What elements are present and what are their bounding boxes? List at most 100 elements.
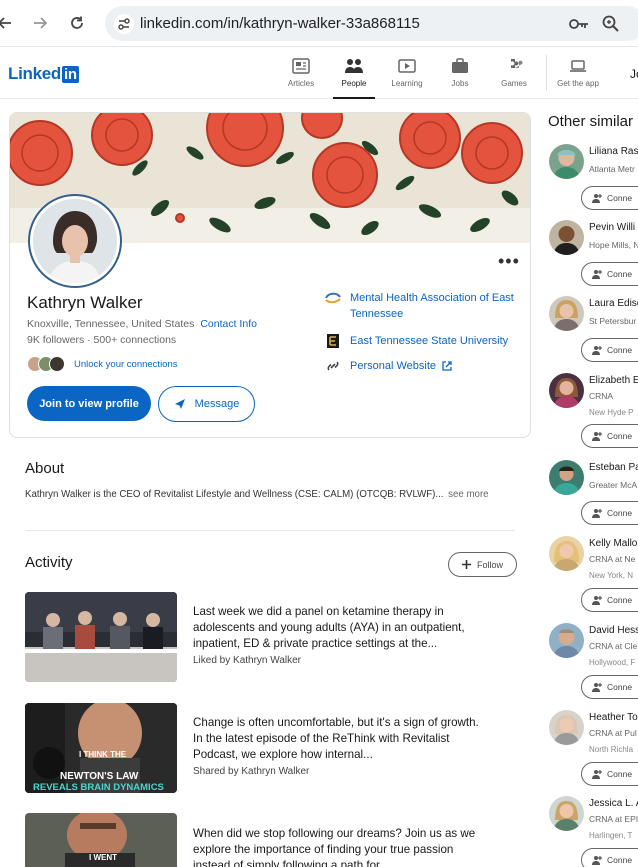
add-person-icon	[592, 770, 602, 779]
games-icon	[488, 56, 540, 76]
contact-info-link[interactable]: Contact Info	[200, 318, 257, 330]
similar-avatar	[549, 460, 584, 495]
mutual-connections[interactable]: Unlock your connections	[27, 354, 178, 374]
reload-icon[interactable]	[64, 10, 90, 36]
similar-avatar	[549, 144, 584, 179]
activity-post[interactable]: I THINK THE NEWTON'S LAW REVEALS BRAIN D…	[25, 703, 515, 795]
similar-profile[interactable]: Elizabeth E CRNA New Hyde P Conne	[549, 373, 638, 453]
profile-follower-stats: 9K followers · 500+ connections	[27, 334, 177, 346]
similar-profile[interactable]: David Hess CRNA at Cle Hollywood, F Conn…	[549, 623, 638, 703]
activity-post[interactable]: I WENT When did we stop following our dr…	[25, 813, 515, 867]
similar-profile[interactable]: Kelly Mallo CRNA at Ne New York, N Conne	[549, 536, 638, 616]
about-heading: About	[25, 460, 65, 477]
similar-avatar	[549, 796, 584, 831]
connect-button[interactable]: Conne	[581, 424, 638, 448]
add-person-icon	[592, 432, 602, 441]
nav-articles[interactable]: Articles	[275, 56, 327, 88]
unlock-connections-link[interactable]: Unlock your connections	[74, 359, 178, 370]
similar-avatar	[549, 536, 584, 571]
add-person-icon	[592, 683, 602, 692]
connect-button[interactable]: Conne	[581, 675, 638, 699]
zoom-icon[interactable]	[601, 14, 621, 34]
browser-toolbar: linkedin.com/in/kathryn-walker-33a868115	[0, 0, 638, 47]
similar-location: Harlingen, T	[589, 831, 633, 840]
forward-arrow-icon[interactable]	[27, 10, 53, 36]
similar-avatar	[549, 623, 584, 658]
add-person-icon	[592, 856, 602, 865]
address-bar[interactable]: linkedin.com/in/kathryn-walker-33a868115	[105, 6, 638, 41]
section-divider	[25, 530, 515, 531]
back-arrow-icon[interactable]	[0, 10, 18, 36]
post-text: Last week we did a panel on ketamine the…	[193, 605, 465, 650]
similar-avatar	[549, 710, 584, 745]
school-logo-icon	[327, 334, 339, 348]
similar-profile[interactable]: Pevin Willi Hope Mills, N Conne	[549, 220, 638, 290]
see-more-link[interactable]: see more	[448, 489, 488, 500]
connect-button[interactable]: Conne	[581, 338, 638, 362]
similar-subtitle: CRNA at Cle	[589, 641, 638, 651]
connect-button[interactable]: Conne	[581, 588, 638, 612]
linkedin-header: Linked in Articles People Learning Jobs G…	[0, 47, 638, 99]
nav-games[interactable]: Games	[488, 56, 540, 88]
similar-location: North Richla	[589, 745, 634, 754]
similar-subtitle: Hope Mills, N	[589, 240, 638, 250]
nav-get-the-app[interactable]: Get the app	[552, 56, 604, 88]
similar-location: Hollywood, F	[589, 658, 636, 667]
nav-learning[interactable]: Learning	[381, 56, 433, 88]
post-thumbnail: I WENT	[25, 813, 177, 867]
similar-profiles-heading: Other similar	[548, 113, 634, 130]
similar-location: New York, N	[589, 571, 634, 580]
message-button[interactable]: Message	[158, 386, 255, 422]
thumb-caption: I WENT	[89, 853, 117, 862]
activity-heading: Activity	[25, 554, 73, 571]
connect-button[interactable]: Conne	[581, 186, 638, 210]
site-settings-icon[interactable]	[114, 14, 134, 34]
post-thumbnail: I THINK THE NEWTON'S LAW REVEALS BRAIN D…	[25, 703, 177, 793]
profile-location: Knoxville, Tennessee, United States Conta…	[27, 318, 257, 330]
join-to-view-profile-button[interactable]: Join to view profile	[27, 386, 151, 421]
post-text: Change is often uncomfortable, but it's …	[193, 716, 479, 761]
similar-name: Liliana Ras	[589, 146, 638, 157]
similar-subtitle: CRNA	[589, 391, 614, 401]
similar-name: Pevin Willi	[589, 222, 636, 233]
send-icon	[174, 399, 185, 409]
company-logo-icon	[325, 292, 341, 304]
activity-post[interactable]: Last week we did a panel on ketamine the…	[25, 592, 515, 684]
post-text: When did we stop following our dreams? J…	[193, 827, 476, 867]
add-person-icon	[592, 509, 602, 518]
connect-button[interactable]: Conne	[581, 262, 638, 286]
school-link[interactable]: East Tennessee State University	[324, 333, 508, 349]
nav-jobs[interactable]: Jobs	[434, 56, 486, 88]
similar-profile[interactable]: Esteban Pa Greater McA Conne	[549, 460, 638, 530]
similar-profile[interactable]: Laura Edise St Petersbur Conne	[549, 296, 638, 366]
connect-button[interactable]: Conne	[581, 501, 638, 525]
linkedin-logo[interactable]: Linked in	[8, 64, 79, 84]
similar-avatar	[549, 220, 584, 255]
jobs-icon	[434, 56, 486, 76]
articles-icon	[275, 56, 327, 76]
similar-profile[interactable]: Heather To CRNA at Pul North Richla Conn…	[549, 710, 638, 790]
similar-subtitle: Greater McA	[589, 480, 638, 490]
personal-website-link[interactable]: Personal Website	[324, 358, 452, 374]
similar-name: Laura Edise	[589, 298, 638, 309]
similar-profile[interactable]: Jessica L. A CRNA at EPI Harlingen, T Co…	[549, 796, 638, 867]
profile-avatar[interactable]	[30, 196, 120, 286]
similar-subtitle: CRNA at EPI	[589, 814, 638, 824]
url-text[interactable]: linkedin.com/in/kathryn-walker-33a868115	[140, 15, 420, 32]
laptop-icon	[552, 56, 604, 76]
more-options-icon[interactable]: •••	[498, 251, 520, 272]
nav-people[interactable]: People	[333, 56, 375, 99]
connect-button[interactable]: Conne	[581, 848, 638, 867]
about-text: Kathryn Walker is the CEO of Revitalist …	[25, 489, 489, 500]
post-meta: Shared by Kathryn Walker	[193, 766, 310, 777]
connect-button[interactable]: Conne	[581, 762, 638, 786]
mutual-avatar	[49, 356, 65, 372]
follow-button[interactable]: Follow	[448, 552, 517, 577]
thumb-caption: REVEALS BRAIN DYNAMICS	[33, 782, 164, 793]
similar-profile[interactable]: Liliana Ras Atlanta Metr Conne	[549, 144, 638, 214]
key-icon[interactable]	[568, 15, 590, 33]
thumb-caption: NEWTON'S LAW	[60, 771, 139, 782]
join-now-link[interactable]: Jo	[630, 67, 638, 81]
company-link[interactable]: Mental Health Association of East Tenness…	[324, 290, 514, 322]
similar-subtitle: CRNA at Pul	[589, 728, 637, 738]
